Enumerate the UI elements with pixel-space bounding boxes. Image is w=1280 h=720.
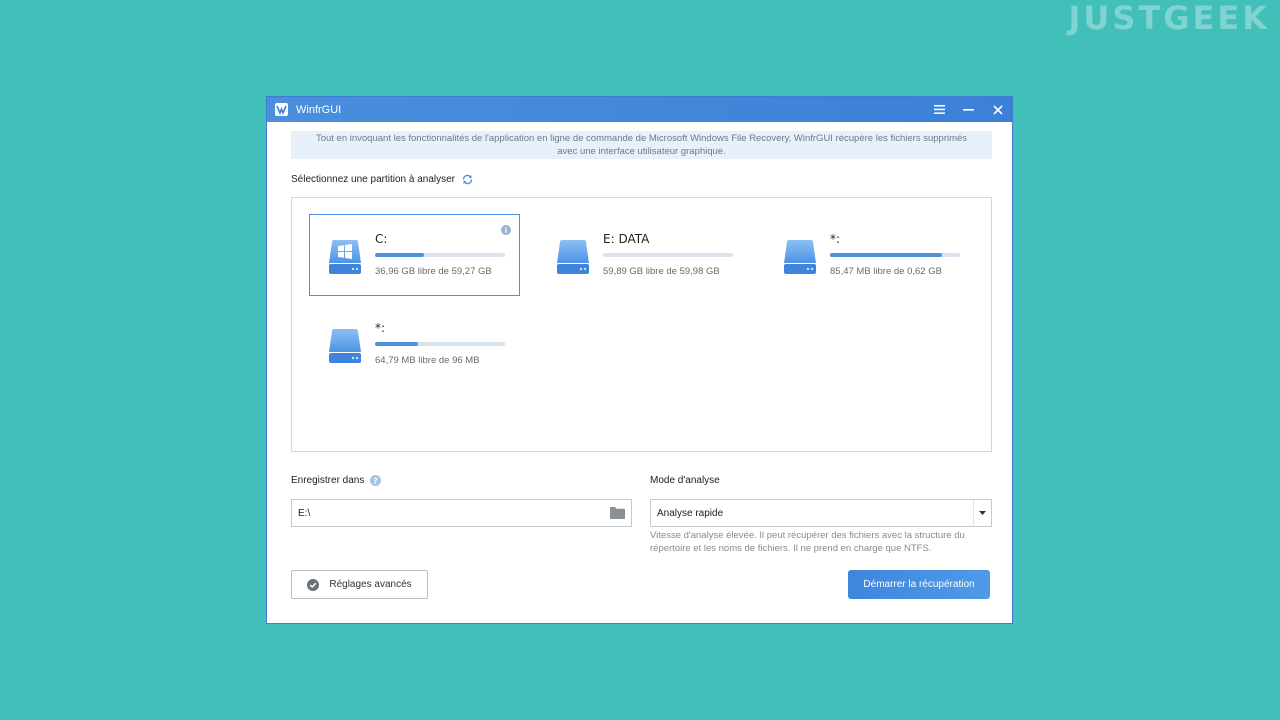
partition-card-unnamed-1[interactable]: *: 85,47 MB libre de 0,62 GB [764, 214, 975, 296]
save-path-input[interactable]: E:\ [291, 499, 632, 527]
drive-icon [555, 239, 591, 280]
info-banner: Tout en invoquant les fonctionnalités de… [291, 131, 992, 159]
minimize-button[interactable] [954, 97, 983, 122]
drive-icon [327, 328, 363, 369]
help-icon[interactable]: ? [370, 475, 382, 486]
partition-name: *: [830, 232, 841, 246]
info-icon[interactable] [501, 222, 511, 240]
scan-mode-value: Analyse rapide [657, 507, 724, 519]
partition-name: *: [375, 321, 386, 335]
partition-usage-fill [375, 253, 425, 257]
svg-text:?: ? [374, 476, 379, 485]
scan-mode-label: Mode d'analyse [650, 475, 720, 486]
partition-name: C: [375, 232, 388, 246]
scan-mode-label-text: Mode d'analyse [650, 475, 720, 486]
advanced-settings-label: Réglages avancés [329, 579, 412, 590]
save-path-value: E:\ [298, 507, 311, 519]
chevron-down-icon[interactable] [973, 500, 991, 526]
banner-line-1: Tout en invoquant les fonctionnalités de… [315, 133, 968, 144]
windows-drive-icon [327, 239, 363, 280]
start-recovery-label: Démarrer la récupération [863, 579, 975, 590]
minimize-icon [963, 108, 974, 111]
partition-card-c[interactable]: C: 36,96 GB libre de 59,27 GB [309, 214, 520, 296]
advanced-settings-button[interactable]: Réglages avancés [291, 570, 428, 599]
justgeek-watermark: JUSTGEEK [1068, 0, 1270, 37]
partition-name: E: DATA [603, 232, 650, 246]
save-location-label-text: Enregistrer dans [291, 475, 365, 486]
banner-line-2: avec une interface utilisateur graphique… [557, 146, 726, 157]
hamburger-menu-icon [934, 105, 945, 114]
close-button[interactable] [983, 97, 1012, 122]
partition-usage-fill [375, 342, 418, 346]
partition-usage-fill [830, 253, 942, 257]
refresh-icon[interactable] [461, 174, 474, 185]
partition-size: 36,96 GB libre de 59,27 GB [375, 266, 492, 277]
check-circle-icon [307, 578, 320, 591]
partition-card-unnamed-2[interactable]: *: 64,79 MB libre de 96 MB [309, 303, 520, 385]
partition-panel: C: 36,96 GB libre de 59,27 GB E: DATA 59… [291, 197, 992, 452]
app-window: WinfrGUI Tout en invoquant les fonctionn… [266, 96, 1013, 624]
title-bar: WinfrGUI [267, 97, 1012, 122]
partition-usage-bar [830, 253, 960, 257]
partition-size: 59,89 GB libre de 59,98 GB [603, 266, 720, 277]
folder-icon[interactable] [603, 507, 631, 519]
close-icon [992, 104, 1003, 115]
scan-mode-select[interactable]: Analyse rapide [650, 499, 992, 527]
partition-label-text: Sélectionnez une partition à analyser [291, 174, 455, 185]
partition-card-e-data[interactable]: E: DATA 59,89 GB libre de 59,98 GB [537, 214, 748, 296]
partition-usage-bar [375, 253, 505, 257]
scan-mode-description: Vitesse d'analyse élevée. Il peut récupé… [650, 530, 965, 554]
window-title: WinfrGUI [296, 103, 342, 116]
menu-button[interactable] [925, 97, 954, 122]
drive-icon [782, 239, 818, 280]
partition-usage-bar [375, 342, 505, 346]
partition-size: 85,47 MB libre de 0,62 GB [830, 266, 942, 277]
partition-section-label: Sélectionnez une partition à analyser [291, 174, 474, 185]
partition-usage-bar [603, 253, 733, 257]
app-logo-icon [275, 103, 288, 116]
partition-size: 64,79 MB libre de 96 MB [375, 355, 480, 366]
save-location-label: Enregistrer dans ? [291, 475, 382, 486]
start-recovery-button[interactable]: Démarrer la récupération [848, 570, 990, 599]
